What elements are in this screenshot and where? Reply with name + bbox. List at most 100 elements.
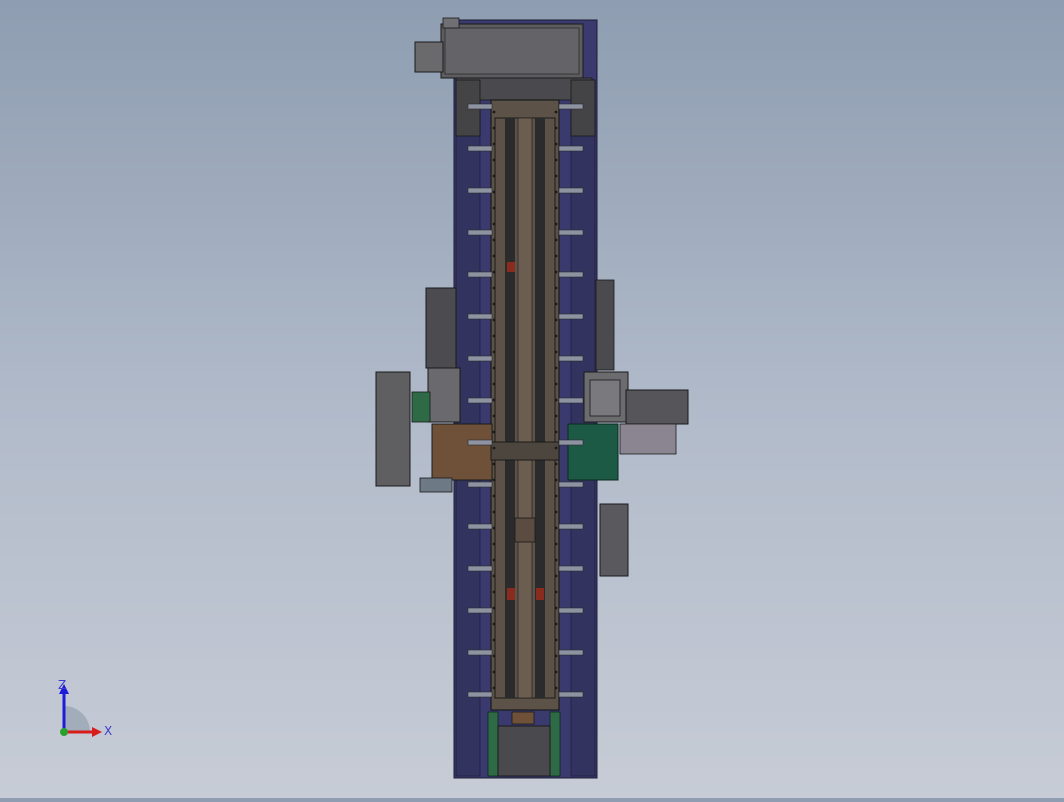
beam-bolt xyxy=(492,574,496,578)
beam-bolt xyxy=(492,462,496,466)
beam-bolt xyxy=(492,302,496,306)
beam-bolt xyxy=(554,286,558,290)
cross-rib-left xyxy=(467,313,493,320)
cross-rib-right xyxy=(558,649,584,656)
beam-bolt xyxy=(492,366,496,370)
cross-rib-right xyxy=(558,187,584,194)
beam-bolt xyxy=(492,286,496,290)
left-green-valve xyxy=(411,391,431,423)
triad-plane xyxy=(64,706,90,732)
beam-bolt xyxy=(492,542,496,546)
beam-bolt xyxy=(554,190,558,194)
left-carriage xyxy=(431,423,493,481)
cross-rib-right xyxy=(558,271,584,278)
left-base-tab xyxy=(419,477,453,493)
right-upper-bracket xyxy=(595,279,615,371)
limit-switch-upper xyxy=(507,262,515,272)
bottom-green-frame-right xyxy=(549,711,561,777)
beam-bolt xyxy=(554,430,558,434)
beam-bolt xyxy=(554,590,558,594)
beam-bolt xyxy=(554,350,558,354)
beam-bolt xyxy=(554,270,558,274)
cross-rib-left xyxy=(467,691,493,698)
z-axis-label: Z xyxy=(58,678,67,692)
beam-bolt xyxy=(492,590,496,594)
right-motor-face xyxy=(589,379,621,417)
beam-bolt xyxy=(554,158,558,162)
beam-bolt xyxy=(554,462,558,466)
cross-rib-left xyxy=(467,145,493,152)
beam-bolt xyxy=(492,430,496,434)
beam-bolt xyxy=(492,382,496,386)
cross-rib-left xyxy=(467,565,493,572)
beam-bolt xyxy=(554,526,558,530)
cross-rib-left xyxy=(467,523,493,530)
beam-bolt xyxy=(492,190,496,194)
beam-bolt xyxy=(554,302,558,306)
beam-bolt xyxy=(492,350,496,354)
beam-bolt xyxy=(554,142,558,146)
beam-bolt xyxy=(554,334,558,338)
beam-bolt xyxy=(554,478,558,482)
beam-bolt xyxy=(492,398,496,402)
top-left-motor xyxy=(414,41,444,73)
cross-rib-right xyxy=(558,103,584,110)
beam-bolt xyxy=(492,318,496,322)
axis-triad: Z X xyxy=(48,676,128,746)
beam-bolt xyxy=(492,670,496,674)
beam-bolt xyxy=(492,206,496,210)
beam-bolt xyxy=(492,110,496,114)
beam-bolt xyxy=(492,446,496,450)
top-housing-cover xyxy=(444,27,580,75)
beam-bolt xyxy=(554,318,558,322)
cross-rib-right xyxy=(558,481,584,488)
beam-bolt xyxy=(492,254,496,258)
cross-rib-right xyxy=(558,607,584,614)
cross-rib-right xyxy=(558,439,584,446)
beam-bolt xyxy=(492,478,496,482)
bottom-green-frame-left xyxy=(487,711,499,777)
x-axis-label: X xyxy=(104,724,113,738)
beam-bolt xyxy=(554,238,558,242)
beam-bolt xyxy=(492,606,496,610)
beam-bolt xyxy=(554,206,558,210)
beam-bolt xyxy=(492,334,496,338)
beam-bolt xyxy=(492,510,496,514)
beam-bolt xyxy=(554,542,558,546)
limit-switch-lower-left xyxy=(507,588,515,600)
beam-bolt xyxy=(492,174,496,178)
cross-rib-left xyxy=(467,607,493,614)
cross-rib-right xyxy=(558,523,584,530)
beam-bolt xyxy=(492,494,496,498)
cross-rib-right xyxy=(558,313,584,320)
x-axis-arrow xyxy=(92,727,102,737)
beam-bolt xyxy=(492,238,496,242)
beam-bolt xyxy=(554,686,558,690)
beam-bolt xyxy=(554,494,558,498)
cross-rib-left xyxy=(467,103,493,110)
cad-viewport[interactable]: Z X xyxy=(0,0,1064,798)
cross-rib-left xyxy=(467,649,493,656)
beam-bolt xyxy=(492,142,496,146)
beam-bolt xyxy=(492,622,496,626)
origin-dot xyxy=(60,728,68,736)
beam-bolt xyxy=(492,638,496,642)
beam-bolt xyxy=(554,414,558,418)
machine-assembly-top-view[interactable] xyxy=(0,0,1064,798)
beam-bolt xyxy=(554,622,558,626)
cross-rib-right xyxy=(558,145,584,152)
cross-rib-left xyxy=(467,481,493,488)
cross-rib-left xyxy=(467,355,493,362)
beam-bolt xyxy=(554,366,558,370)
beam-bolt xyxy=(554,222,558,226)
beam-bolt xyxy=(492,686,496,690)
beam-bolt xyxy=(554,574,558,578)
right-drive-unit xyxy=(625,389,689,425)
cross-rib-right xyxy=(558,691,584,698)
right-lower-cabinet xyxy=(599,503,629,577)
top-left-bracket xyxy=(442,17,460,29)
cross-rib-right xyxy=(558,397,584,404)
beam-bolt xyxy=(492,158,496,162)
cross-rib-left xyxy=(467,229,493,236)
left-cylinder xyxy=(427,367,461,423)
